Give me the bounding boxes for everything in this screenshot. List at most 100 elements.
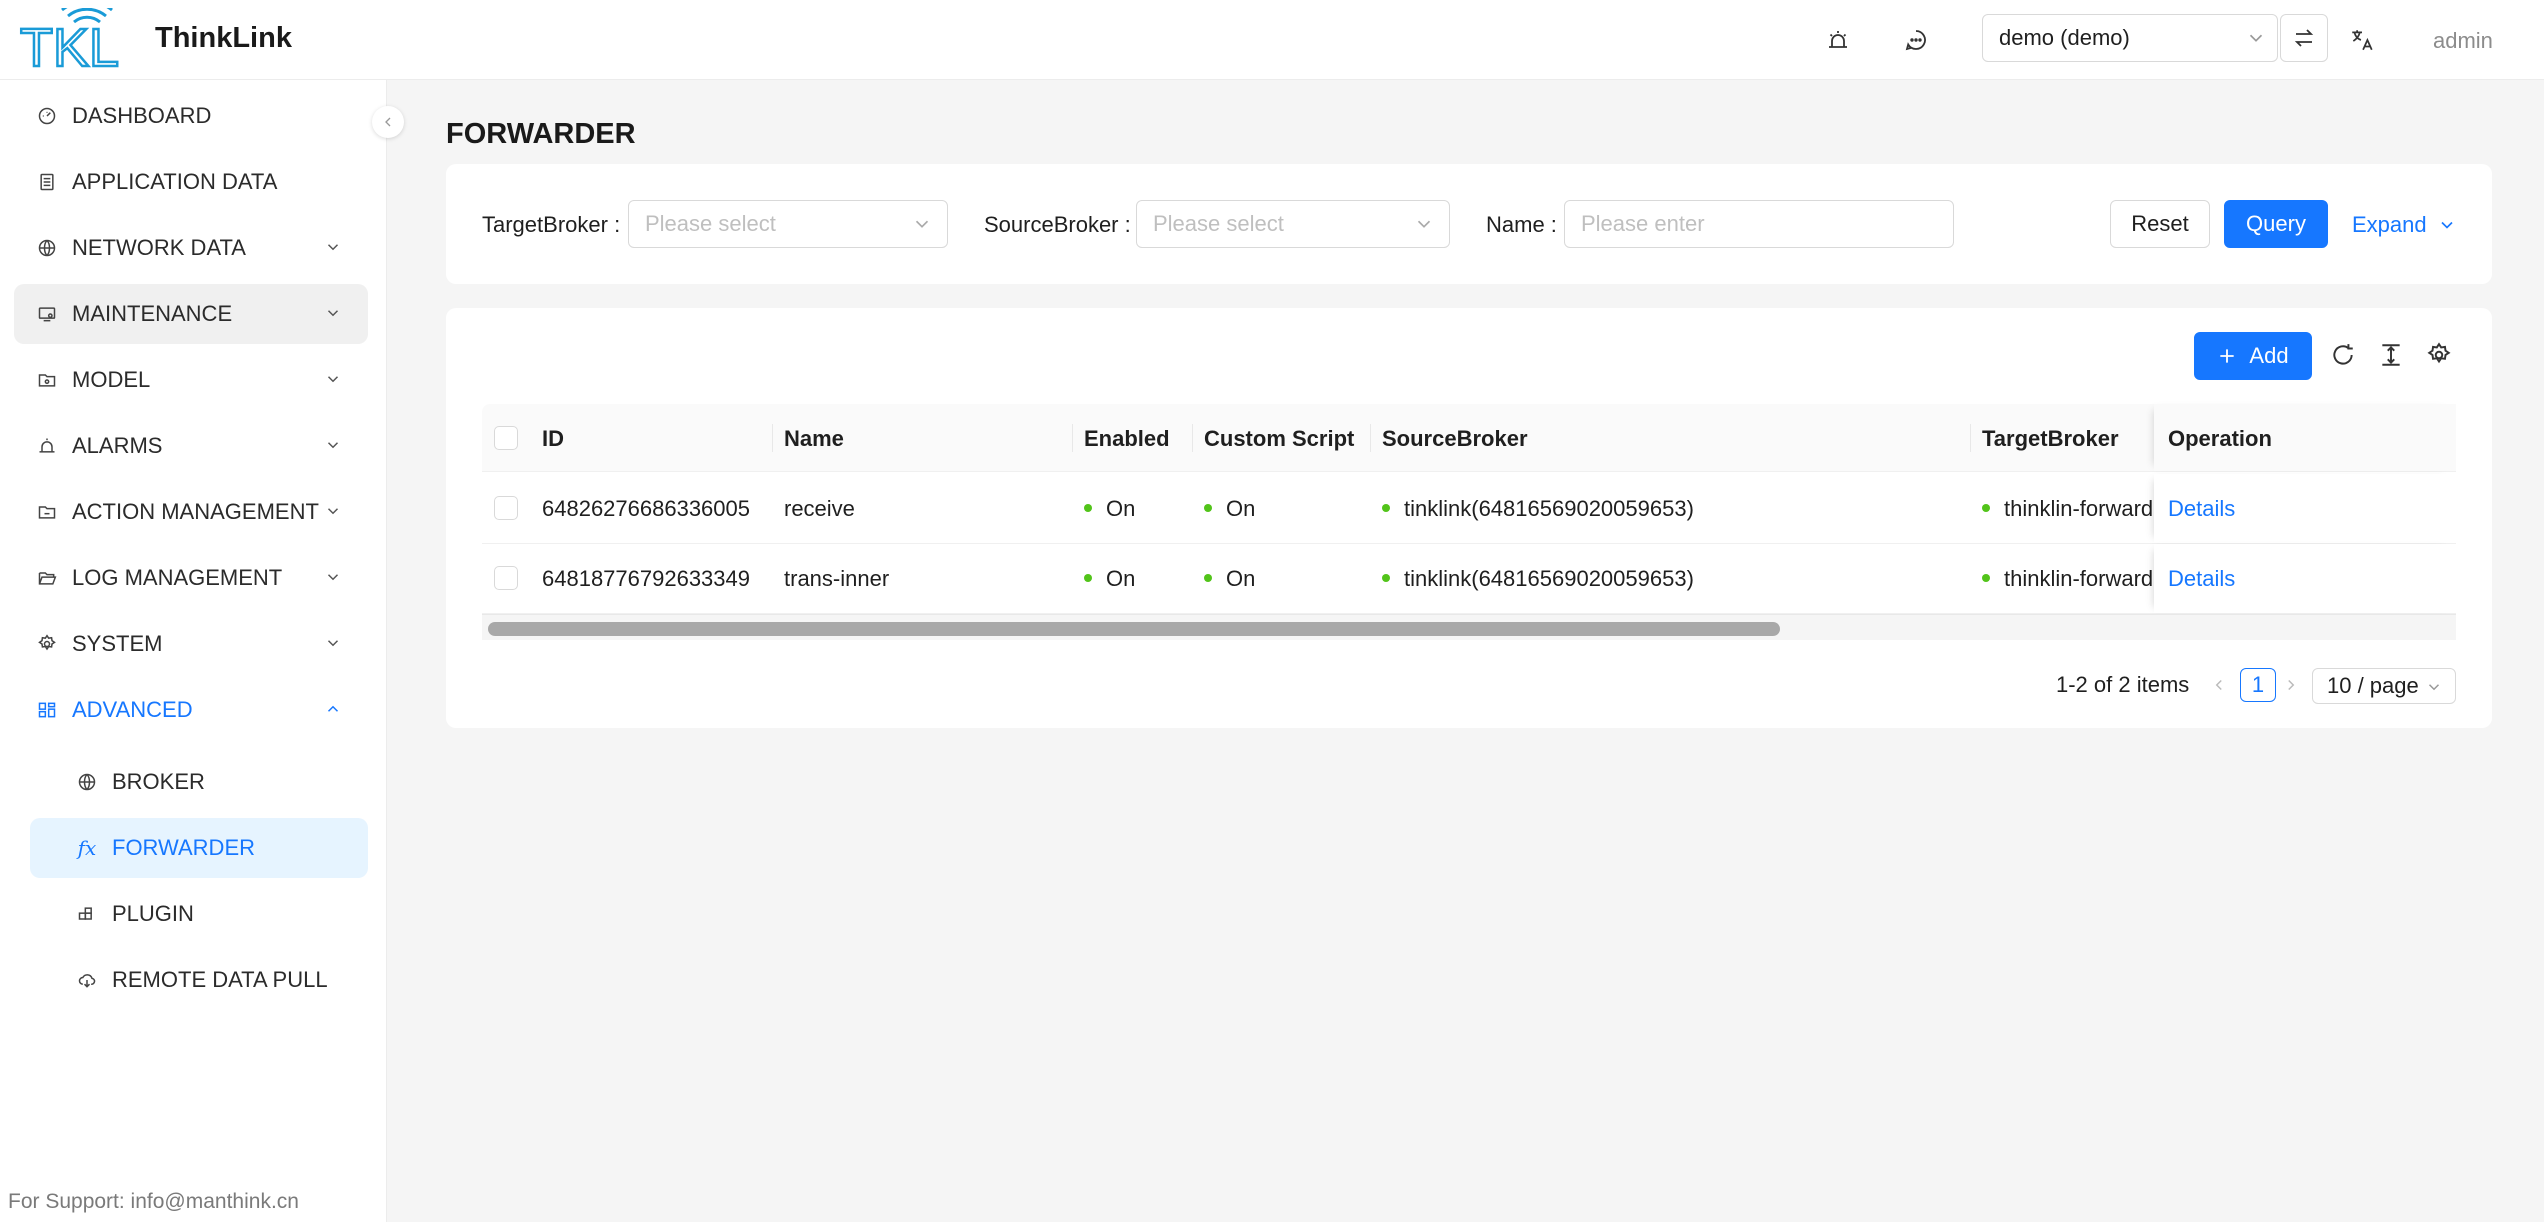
alarm-icon[interactable] [1822,24,1854,56]
column-header-source-broker[interactable]: SourceBroker [1382,426,1528,452]
top-header: TKL ThinkLink demo (demo) admin [0,0,2544,80]
alarm-icon [36,435,58,457]
row-id: 64818776792633349 [542,566,751,591]
operation-column-header: Operation [2154,404,2456,471]
sidebar-subitem-remote-data-pull[interactable]: REMOTE DATA PULL [30,950,368,1010]
folder-open-icon [36,567,58,589]
name-input[interactable]: Please enter [1564,200,1954,248]
select-all-checkbox[interactable] [494,426,518,450]
details-link[interactable]: Details [2168,566,2235,592]
sidebar-item-dashboard[interactable]: DASHBOARD [14,86,368,146]
sidebar-item-label: SYSTEM [72,631,163,656]
scrollbar-thumb[interactable] [488,622,1780,636]
source-broker-select[interactable]: Please select [1136,200,1450,248]
add-label: Add [2249,343,2289,368]
chevron-down-icon [327,442,339,449]
globe-icon [76,771,98,793]
chevron-left-icon[interactable] [2210,676,2228,694]
add-button[interactable]: Add [2194,332,2312,380]
sidebar-item-maintenance[interactable]: MAINTENANCE [14,284,368,344]
page-title: FORWARDER [446,118,636,150]
column-header-custom-script[interactable]: Custom Script [1204,426,1354,452]
chevron-down-icon [1417,220,1431,228]
pagination-page-1[interactable]: 1 [2240,668,2276,702]
sidebar: DASHBOARD APPLICATION DATA NETWORK DATA … [0,80,387,1222]
sidebar-subitem-broker[interactable]: BROKER [30,752,368,812]
sidebar-item-action-management[interactable]: ACTION MANAGEMENT [14,482,368,542]
chevron-left-icon [385,117,391,127]
plugin-icon [76,903,98,925]
details-link[interactable]: Details [2168,496,2235,522]
user-name[interactable]: admin [2433,28,2493,54]
column-divider [1072,424,1073,452]
page-size-select[interactable]: 10 / page [2312,668,2456,704]
column-height-icon[interactable] [2374,338,2408,372]
source-broker-placeholder: Please select [1153,211,1284,236]
chevron-down-icon [327,244,339,251]
expand-link[interactable]: Expand [2352,212,2457,238]
sidebar-subitem-forwarder[interactable]: fx FORWARDER [30,818,368,878]
sidebar-item-label: ACTION MANAGEMENT [72,499,319,524]
row-name: receive [784,496,855,521]
sidebar-item-log-management[interactable]: LOG MANAGEMENT [14,548,368,608]
target-broker-select[interactable]: Please select [628,200,948,248]
sidebar-item-label: LOG MANAGEMENT [72,565,283,590]
globe-icon [36,237,58,259]
row-source-broker: tinklink(64816569020059653) [1382,496,1694,522]
gear-icon [36,633,58,655]
chevron-up-icon [327,705,339,712]
sidebar-item-application-data[interactable]: APPLICATION DATA [14,152,368,212]
sidebar-item-label: PLUGIN [112,901,194,926]
thinklink-logo: TKL [19,8,120,72]
table-row: 64818776792633349 trans-inner On On tink… [482,544,2456,614]
operation-cell: Details [2154,474,2456,543]
sidebar-item-label: BROKER [112,769,205,794]
dashboard-icon [36,105,58,127]
tenant-select[interactable]: demo (demo) [1982,14,2278,62]
sidebar-item-model[interactable]: MODEL [14,350,368,410]
sidebar-item-label: ADVANCED [72,697,193,722]
row-custom-script: On [1204,496,1255,522]
status-dot [1084,574,1092,583]
target-broker-placeholder: Please select [645,211,776,236]
column-header-id[interactable]: ID [542,426,564,452]
status-dot [1982,504,1990,513]
target-broker-label: TargetBroker : [482,212,621,237]
brand-name: ThinkLink [155,22,292,54]
sidebar-item-label: MAINTENANCE [72,301,233,326]
page-size-value: 10 / page [2327,673,2419,698]
folder-icon [36,501,58,523]
sidebar-item-system[interactable]: SYSTEM [14,614,368,674]
reset-button[interactable]: Reset [2110,200,2210,248]
message-icon[interactable] [1900,24,1932,56]
sidebar-subitem-plugin[interactable]: PLUGIN [30,884,368,944]
sidebar-item-advanced[interactable]: ADVANCED [14,680,368,740]
sidebar-item-network-data[interactable]: NETWORK DATA [14,218,368,278]
table-header: ID Name Enabled Custom Script SourceBrok… [482,404,2456,472]
sidebar-item-label: MODEL [72,367,151,392]
query-button[interactable]: Query [2224,200,2328,248]
column-header-operation: Operation [2168,426,2272,451]
horizontal-scrollbar[interactable] [482,614,2456,640]
status-dot [1382,574,1390,583]
function-icon: fx [77,836,97,860]
column-header-target-broker[interactable]: TargetBroker [1982,426,2119,452]
swap-icon [2294,29,2314,47]
chevron-down-icon [2249,34,2263,42]
sidebar-item-alarms[interactable]: ALARMS [14,416,368,476]
chevron-down-icon [327,376,339,383]
document-icon [36,171,58,193]
column-header-name[interactable]: Name [784,426,844,452]
row-checkbox[interactable] [494,496,518,520]
settings-icon[interactable] [2422,338,2456,372]
row-checkbox[interactable] [494,566,518,590]
language-icon[interactable] [2346,24,2378,56]
collapse-sidebar-button[interactable] [372,106,404,138]
column-header-enabled[interactable]: Enabled [1084,426,1170,452]
expand-label: Expand [2352,212,2427,237]
row-source-broker: tinklink(64816569020059653) [1382,566,1694,592]
refresh-icon[interactable] [2326,338,2360,372]
switch-tenant-button[interactable] [2280,14,2328,62]
chevron-down-icon [327,574,339,581]
chevron-right-icon[interactable] [2282,676,2300,694]
